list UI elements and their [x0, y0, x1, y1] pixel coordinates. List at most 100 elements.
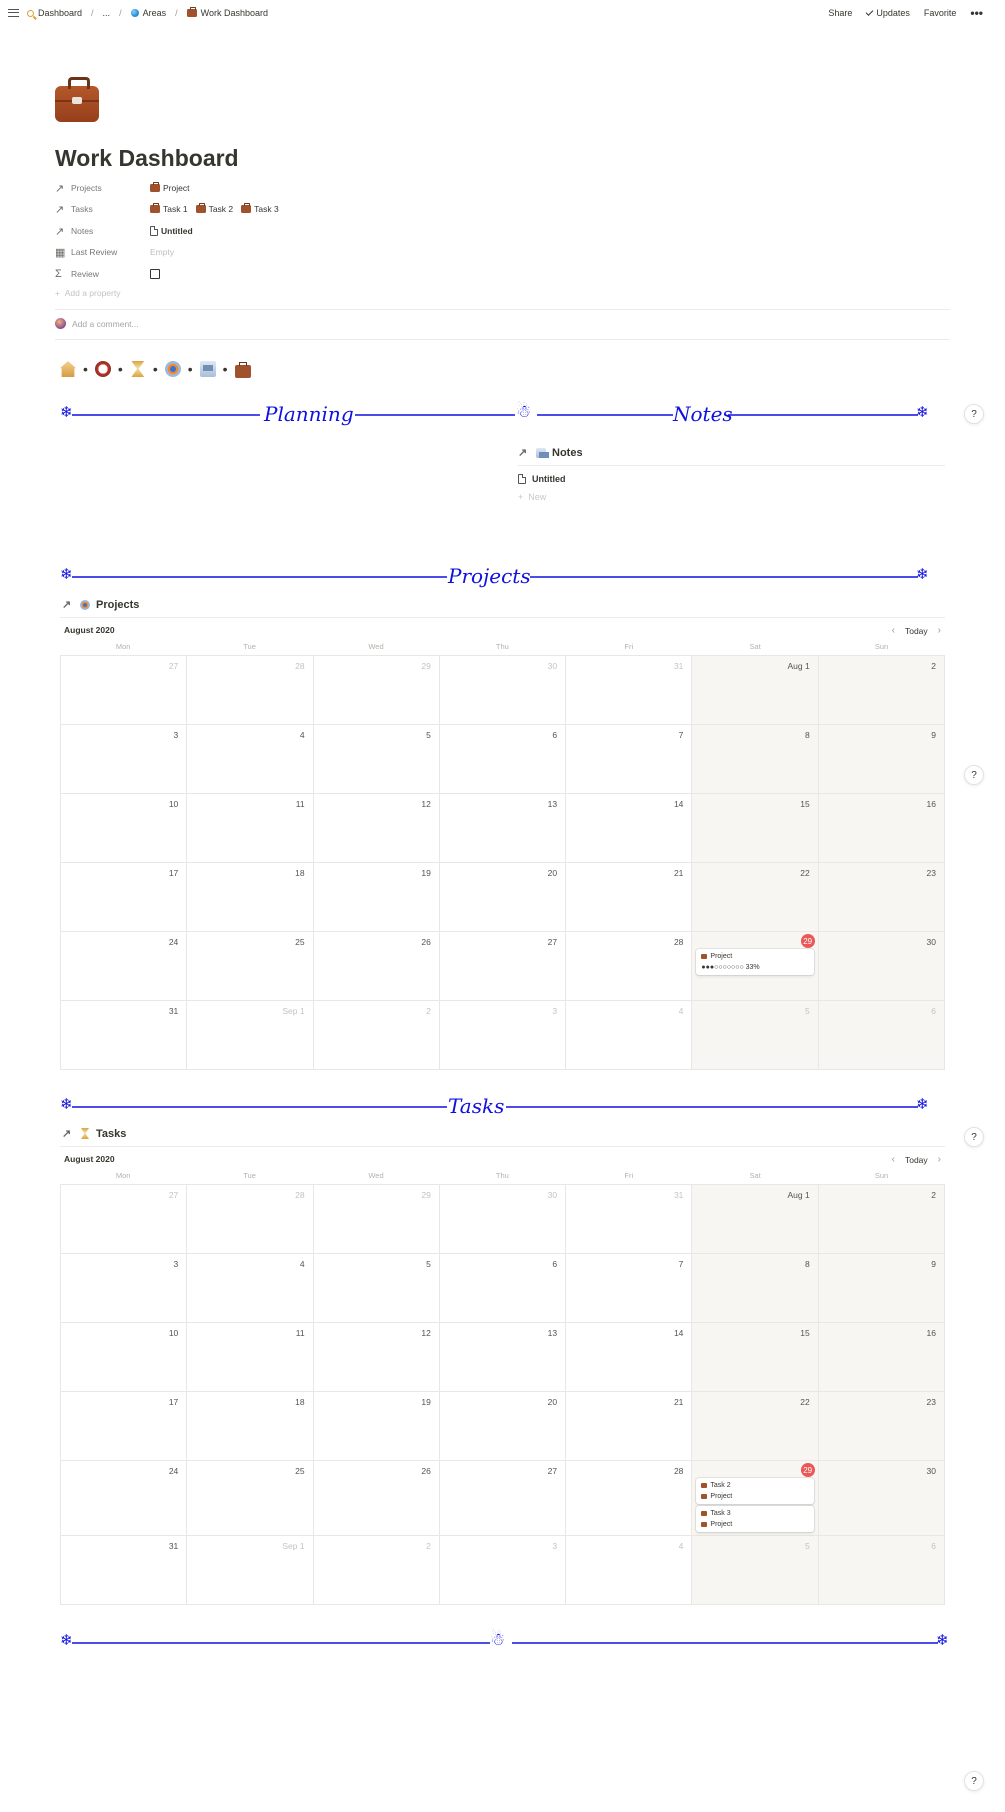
calendar-day[interactable]: 6 — [818, 1536, 945, 1605]
calendar-day[interactable]: 29 — [313, 1185, 440, 1254]
calendar-day[interactable]: 22 — [692, 863, 819, 932]
calendar-day[interactable]: 8 — [692, 1254, 819, 1323]
calendar-day[interactable]: 9 — [818, 725, 945, 794]
calendar-day[interactable]: 13 — [439, 794, 567, 863]
calendar-day[interactable]: 4 — [187, 1254, 314, 1323]
calendar-day[interactable]: Aug 1 — [692, 656, 819, 725]
property-value[interactable]: Empty — [150, 247, 174, 257]
calendar-day[interactable]: 3 — [61, 1254, 188, 1323]
calendar-day[interactable]: 23 — [818, 1392, 945, 1461]
breadcrumb-work-dashboard[interactable]: Work Dashboard — [201, 8, 268, 18]
briefcase-icon[interactable] — [234, 361, 251, 378]
calendar-day[interactable]: 27 — [61, 656, 188, 725]
calendar-day[interactable]: 6 — [439, 725, 567, 794]
calendar-day[interactable]: 21 — [566, 1392, 693, 1461]
calendar-day[interactable]: 28 — [187, 1185, 314, 1254]
newspaper-icon[interactable] — [199, 361, 216, 377]
property-tasks[interactable]: ↗ Tasks Task 1 Task 2 Task 3 — [55, 200, 655, 218]
updates-button[interactable]: Updates — [865, 8, 910, 18]
calendar-day[interactable]: 22 — [692, 1392, 819, 1461]
chevron-left-icon[interactable]: ‹ — [892, 1154, 895, 1165]
calendar-event-card[interactable]: Task 3 Project — [696, 1506, 814, 1532]
property-value[interactable]: Untitled — [150, 226, 193, 236]
calendar-event-card[interactable]: Task 2 Project — [696, 1478, 814, 1504]
calendar-event-card[interactable]: Project ●●●○○○○○○○ 33% — [696, 949, 814, 975]
calendar-day[interactable]: 15 — [692, 794, 819, 863]
calendar-day[interactable]: 28 — [566, 932, 693, 1001]
clock-icon[interactable] — [94, 361, 111, 377]
help-button[interactable]: ? — [964, 404, 984, 424]
chevron-right-icon[interactable]: › — [938, 625, 941, 636]
property-value[interactable] — [150, 269, 160, 279]
projects-db-header[interactable]: ↗ Projects — [62, 598, 139, 612]
comment-field[interactable]: Add a comment... — [55, 318, 139, 329]
calendar-day[interactable]: 21 — [566, 863, 693, 932]
calendar-day[interactable]: 27 — [439, 932, 567, 1001]
calendar-day[interactable]: 15 — [692, 1323, 819, 1392]
calendar-day[interactable]: 20 — [439, 863, 567, 932]
new-note-button[interactable]: + New — [518, 492, 546, 502]
review-checkbox[interactable] — [150, 269, 160, 279]
target-icon[interactable] — [164, 361, 181, 377]
calendar-day[interactable]: 31 — [61, 1536, 188, 1605]
calendar-day[interactable]: 14 — [566, 794, 693, 863]
calendar-day[interactable]: 8 — [692, 725, 819, 794]
relation-chip[interactable]: Task 3 — [241, 203, 279, 214]
calendar-day[interactable]: 7 — [566, 725, 693, 794]
calendar-day[interactable]: 4 — [187, 725, 314, 794]
page-title[interactable]: Work Dashboard — [55, 145, 239, 172]
today-button[interactable]: Today — [905, 626, 928, 636]
calendar-day[interactable]: 2 — [818, 656, 945, 725]
calendar-day[interactable]: 4 — [566, 1536, 693, 1605]
calendar-day[interactable]: 5 — [313, 1254, 440, 1323]
calendar-day[interactable]: 29 Project ●●●○○○○○○○ 33% — [692, 932, 819, 1001]
calendar-day[interactable]: 16 — [818, 1323, 945, 1392]
calendar-day[interactable]: 18 — [187, 863, 314, 932]
calendar-day[interactable]: Sep 1 — [187, 1536, 314, 1605]
calendar-day[interactable]: 4 — [566, 1001, 693, 1070]
calendar-day[interactable]: 18 — [187, 1392, 314, 1461]
calendar-day[interactable]: 10 — [61, 794, 188, 863]
calendar-day[interactable]: 31 — [61, 1001, 188, 1070]
help-button[interactable]: ? — [964, 1127, 984, 1147]
tasks-db-header[interactable]: ↗ Tasks — [62, 1127, 126, 1141]
calendar-day[interactable]: 6 — [818, 1001, 945, 1070]
calendar-day[interactable]: 6 — [439, 1254, 567, 1323]
chevron-right-icon[interactable]: › — [938, 1154, 941, 1165]
relation-chip[interactable]: Untitled — [150, 226, 193, 236]
calendar-day[interactable]: 10 — [61, 1323, 188, 1392]
property-value[interactable]: Project — [150, 182, 189, 193]
calendar-day[interactable]: 3 — [61, 725, 188, 794]
relation-chip[interactable]: Task 1 — [150, 203, 188, 214]
calendar-day[interactable]: 17 — [61, 1392, 188, 1461]
more-button[interactable]: ••• — [970, 6, 983, 20]
calendar-day[interactable]: 20 — [439, 1392, 567, 1461]
property-review[interactable]: Σ Review — [55, 265, 655, 283]
calendar-day[interactable]: 11 — [187, 1323, 314, 1392]
hourglass-icon[interactable] — [131, 361, 145, 377]
property-projects[interactable]: ↗ Projects Project — [55, 179, 655, 197]
calendar-day[interactable]: 2 — [313, 1536, 440, 1605]
calendar-day[interactable]: 5 — [692, 1001, 819, 1070]
calendar-day[interactable]: 26 — [313, 1461, 440, 1536]
calendar-day[interactable]: 30 — [439, 656, 567, 725]
calendar-day[interactable]: 24 — [61, 932, 188, 1001]
help-button[interactable]: ? — [964, 765, 984, 785]
calendar-day[interactable]: 25 — [187, 1461, 314, 1536]
calendar-day[interactable]: 17 — [61, 863, 188, 932]
calendar-day[interactable]: 29 Task 2 Project Task 3 Project — [692, 1461, 819, 1536]
house-icon[interactable] — [60, 361, 76, 377]
favorite-button[interactable]: Favorite — [924, 8, 957, 18]
calendar-day[interactable]: 2 — [313, 1001, 440, 1070]
calendar-day[interactable]: 13 — [439, 1323, 567, 1392]
calendar-day[interactable]: 26 — [313, 932, 440, 1001]
calendar-day[interactable]: 14 — [566, 1323, 693, 1392]
page-icon-briefcase-icon[interactable] — [55, 77, 99, 122]
calendar-day[interactable]: Sep 1 — [187, 1001, 314, 1070]
calendar-day[interactable]: 23 — [818, 863, 945, 932]
chevron-left-icon[interactable]: ‹ — [892, 625, 895, 636]
calendar-day[interactable]: 12 — [313, 1323, 440, 1392]
calendar-day[interactable]: 5 — [313, 725, 440, 794]
calendar-day[interactable]: 9 — [818, 1254, 945, 1323]
calendar-day[interactable]: 31 — [566, 1185, 693, 1254]
